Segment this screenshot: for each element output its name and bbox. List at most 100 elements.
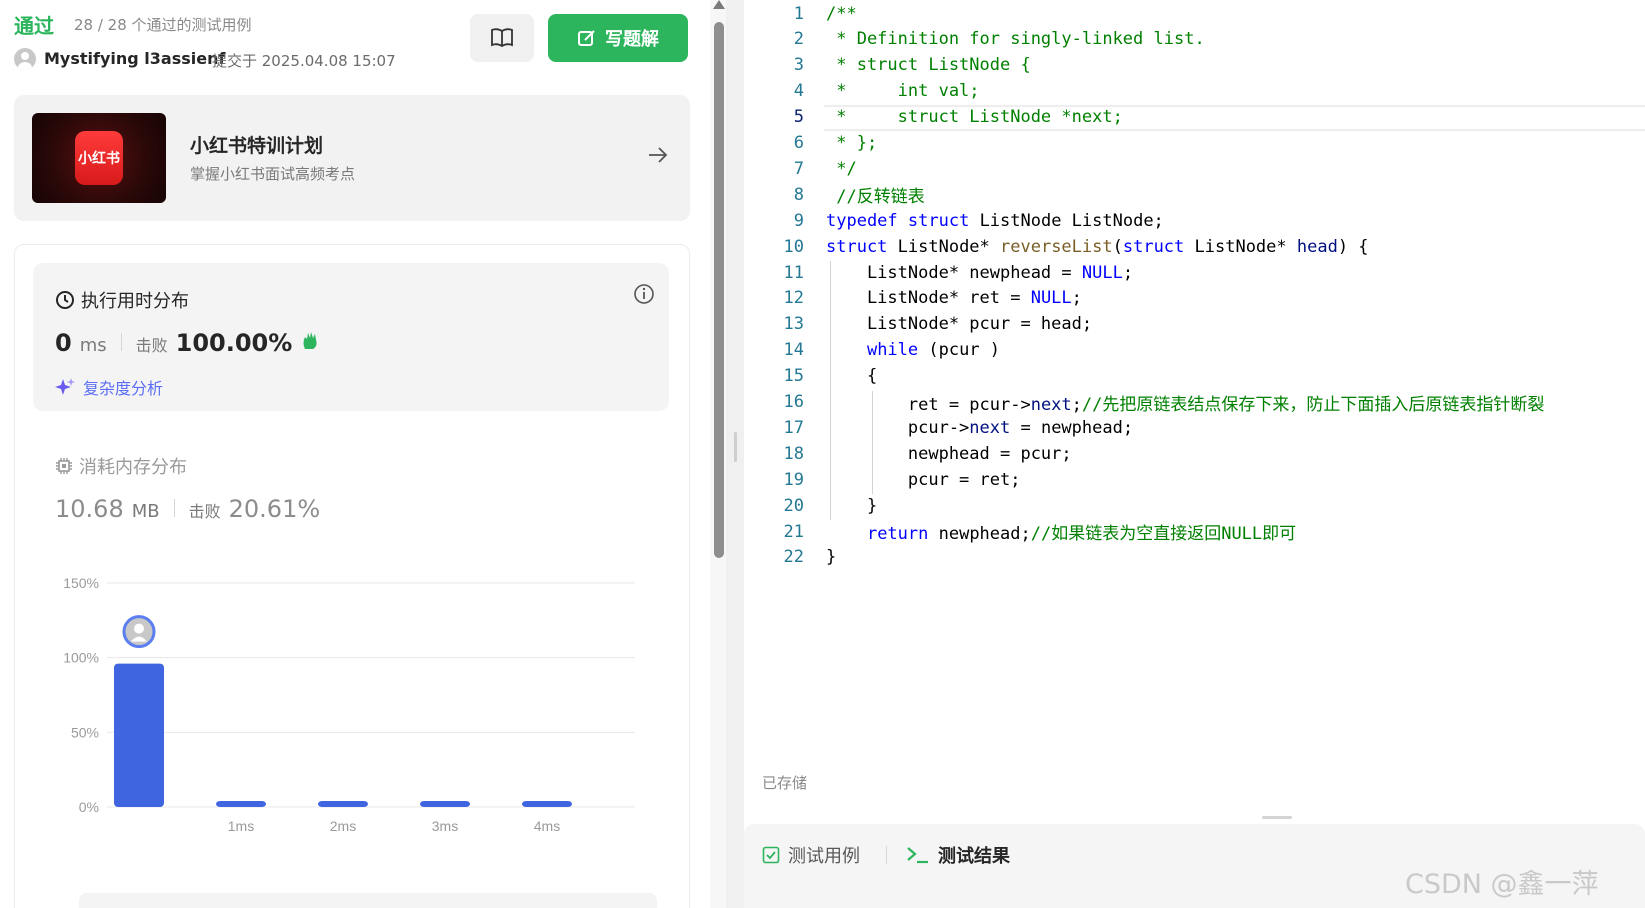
stats-card: 执行用时分布 0 ms 击败 100.00% 复杂度分析 消耗内存分布 10.6…: [14, 244, 690, 908]
code-line[interactable]: 15 {: [744, 363, 1645, 390]
chart-bar[interactable]: [216, 801, 266, 807]
chart-footer-strip: [79, 893, 657, 908]
code-line[interactable]: 17 pcur->next = newphead;: [744, 414, 1645, 441]
code-line[interactable]: 5 * struct ListNode *next;: [744, 104, 1645, 131]
line-content: while (pcur ): [866, 340, 1001, 361]
memory-beat-value: 20.61%: [228, 495, 321, 523]
memory-unit: MB: [131, 501, 160, 522]
y-tick-label: 100%: [63, 650, 99, 666]
code-editor[interactable]: 1/** 2 * Definition for singly-linked lis…: [744, 0, 1645, 810]
code-line[interactable]: 11 ListNode* newphead = NULL;: [744, 259, 1645, 286]
line-number: 6: [793, 133, 804, 153]
line-number: 18: [783, 443, 804, 464]
code-line[interactable]: 4 * int val;: [744, 78, 1645, 105]
line-content: //反转链表: [826, 187, 925, 208]
code-line[interactable]: 7 */: [744, 155, 1645, 182]
code-line[interactable]: 12 ListNode* ret = NULL;: [744, 285, 1645, 312]
code-line[interactable]: 1 /**: [744, 0, 1645, 27]
code-line[interactable]: 9 typedef struct ListNode ListNode;: [744, 207, 1645, 234]
code-line[interactable]: 3 * struct ListNode {: [744, 52, 1645, 79]
book-icon: [491, 28, 513, 48]
scroll-up-icon[interactable]: [713, 0, 725, 9]
runtime-beat-value: 100.00%: [175, 329, 293, 357]
runtime-distribution-chart[interactable]: 150% 100% 50% 0% 1ms 2ms 3ms 4ms: [43, 571, 683, 901]
line-content: ListNode* pcur = head;: [826, 314, 1093, 335]
tab-test-results-label: 测试结果: [938, 846, 1010, 867]
saved-status: 已存储: [762, 774, 808, 792]
runtime-box[interactable]: 执行用时分布 0 ms 击败 100.00% 复杂度分析: [33, 263, 669, 411]
solutions-book-button[interactable]: [470, 14, 534, 62]
avatar-head: [134, 623, 144, 634]
username[interactable]: Mystifying l3assienf: [44, 49, 225, 68]
line-content: }: [826, 495, 878, 516]
code-line[interactable]: 14 while (pcur ): [744, 337, 1645, 364]
clock-icon: [56, 291, 74, 309]
horizontal-resize-handle[interactable]: [1262, 816, 1292, 819]
line-content: return newphead;//如果链表为空直接返回NULL即可: [866, 524, 1297, 544]
promo-title: 小红书特训计划: [190, 135, 324, 157]
memory-value: 10.68: [55, 495, 124, 523]
line-number: 16: [783, 392, 804, 412]
promo-logo: 小红书: [75, 131, 123, 185]
memory-title-text: 消耗内存分布: [79, 457, 187, 478]
clap-icon: [303, 332, 317, 349]
runtime-title-text: 执行用时分布: [81, 291, 189, 312]
line-number: 5: [793, 107, 804, 128]
x-tick-label: 4ms: [534, 818, 560, 834]
code-line[interactable]: 2 * Definition for singly-linked list.: [744, 26, 1645, 53]
line-content: pcur = ret;: [826, 469, 1021, 490]
chart-bar[interactable]: [114, 663, 164, 807]
submission-page: 通过 28 / 28 个通过的测试用例 Mystifying l3assienf…: [0, 0, 1645, 908]
chart-bar[interactable]: [420, 801, 470, 807]
complexity-link[interactable]: 复杂度分析: [55, 375, 163, 399]
line-content: * };: [826, 133, 878, 153]
chart-bar[interactable]: [318, 801, 368, 807]
promo-card[interactable]: 小红书 小红书特训计划 掌握小红书面试高频考点: [14, 95, 690, 221]
edit-icon: [578, 30, 595, 46]
promo-subtitle: 掌握小红书面试高频考点: [190, 165, 356, 183]
divider: [173, 499, 175, 517]
line-content: * struct ListNode {: [826, 55, 1031, 76]
avatar[interactable]: [14, 48, 36, 70]
runtime-value: 0: [55, 329, 72, 357]
submission-time: 提交于 2025.04.08 15:07: [212, 52, 396, 70]
info-icon[interactable]: [633, 283, 655, 305]
line-content: * int val;: [826, 81, 980, 102]
code-line[interactable]: 20 }: [744, 492, 1645, 519]
line-content: newphead = pcur;: [826, 443, 1072, 464]
code-line[interactable]: 8 //反转链表: [744, 181, 1645, 208]
line-number: 13: [783, 314, 804, 335]
code-line[interactable]: 21 return newphead;//如果链表为空直接返回NULL即可: [744, 518, 1645, 545]
y-tick-label: 150%: [63, 575, 99, 591]
chart-bar[interactable]: [522, 801, 572, 807]
tab-test-cases-label: 测试用例: [788, 846, 860, 867]
code-line[interactable]: 19 pcur = ret;: [744, 466, 1645, 493]
line-content: */: [826, 158, 857, 179]
sparkle-icon: [55, 378, 75, 395]
tab-test-results[interactable]: 测试结果: [906, 842, 1010, 868]
splitter-handle[interactable]: [734, 432, 737, 462]
runtime-unit: ms: [79, 335, 107, 356]
code-line[interactable]: 16 ret = pcur->next;//先把原链表结点保存下来，防止下面插入…: [744, 389, 1645, 416]
line-number: 2: [793, 29, 804, 50]
x-tick-label: 3ms: [432, 818, 458, 834]
line-content: typedef struct ListNode ListNode;: [826, 210, 1164, 231]
arrow-right-icon[interactable]: [646, 143, 670, 167]
runtime-title: 执行用时分布: [55, 287, 189, 313]
test-cases-count: 28 / 28 个通过的测试用例: [74, 16, 252, 34]
code-line[interactable]: 13 ListNode* pcur = head;: [744, 311, 1645, 338]
write-solution-button[interactable]: 写题解: [548, 14, 688, 62]
code-line[interactable]: 22}: [744, 544, 1645, 571]
y-tick-label: 50%: [71, 724, 99, 740]
line-number: 4: [793, 81, 804, 102]
status-label: 通过: [14, 14, 54, 38]
complexity-label: 复杂度分析: [83, 379, 164, 398]
code-line[interactable]: 6 * };: [744, 130, 1645, 157]
tab-test-cases[interactable]: 测试用例: [762, 842, 860, 868]
code-line[interactable]: 10 struct ListNode* reverseList(struct Li…: [744, 233, 1645, 260]
x-tick-label: 1ms: [228, 818, 254, 834]
code-line[interactable]: 18 newphead = pcur;: [744, 440, 1645, 467]
left-scrollbar-thumb[interactable]: [714, 22, 724, 558]
chip-icon: [56, 458, 72, 474]
memory-title[interactable]: 消耗内存分布: [55, 453, 187, 479]
